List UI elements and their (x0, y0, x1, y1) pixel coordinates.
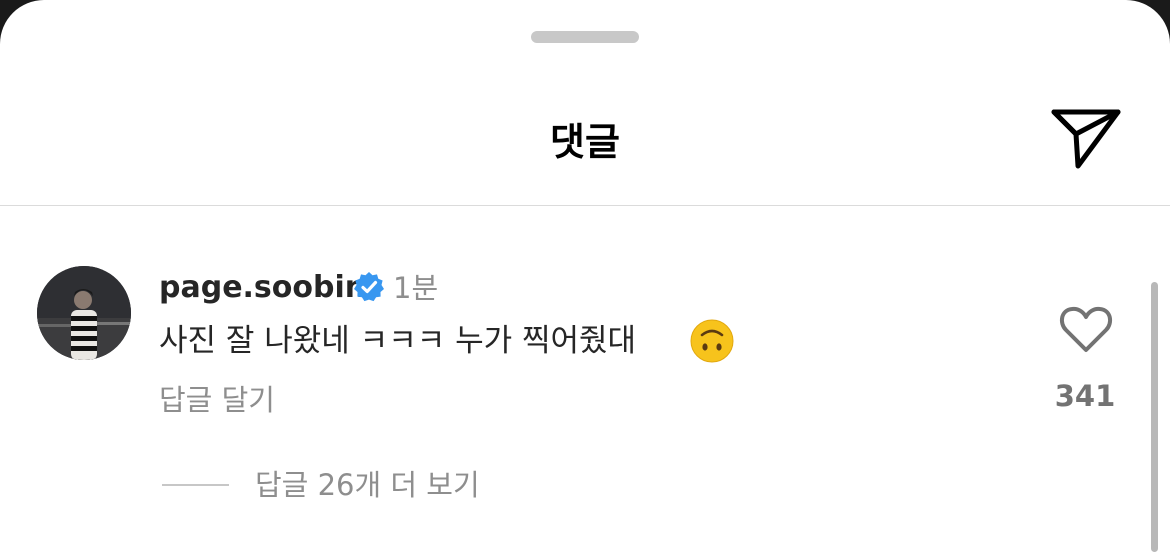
drag-handle[interactable] (531, 31, 639, 43)
profile-photo (37, 266, 131, 360)
comment-text: 사진 잘 나왔네 ㅋㅋㅋ 누가 찍어줬대 (159, 323, 637, 359)
verified-badge-icon (354, 272, 384, 302)
header-divider (0, 205, 1170, 206)
share-button[interactable] (1048, 106, 1124, 172)
comment-username[interactable]: page.soobin (159, 266, 366, 310)
paper-plane-icon (1051, 109, 1121, 169)
comments-sheet: 댓글 page.soobin 1분 사진 잘 나왔네 ㅋㅋㅋ 누가 찍어줬대 답… (0, 0, 1170, 560)
like-count: 341 (1054, 379, 1116, 413)
view-replies-button[interactable]: 답글 26개 더 보기 (255, 463, 480, 507)
comment-time: 1분 (393, 271, 439, 305)
upside-down-face-emoji (690, 319, 734, 363)
reply-button[interactable]: 답글 달기 (159, 378, 275, 422)
page-title: 댓글 (550, 120, 620, 164)
scrollbar[interactable] (1151, 282, 1158, 552)
heart-outline-icon (1059, 306, 1113, 352)
like-button[interactable] (1058, 304, 1114, 354)
avatar[interactable] (37, 266, 131, 360)
replies-divider-line (162, 484, 229, 486)
